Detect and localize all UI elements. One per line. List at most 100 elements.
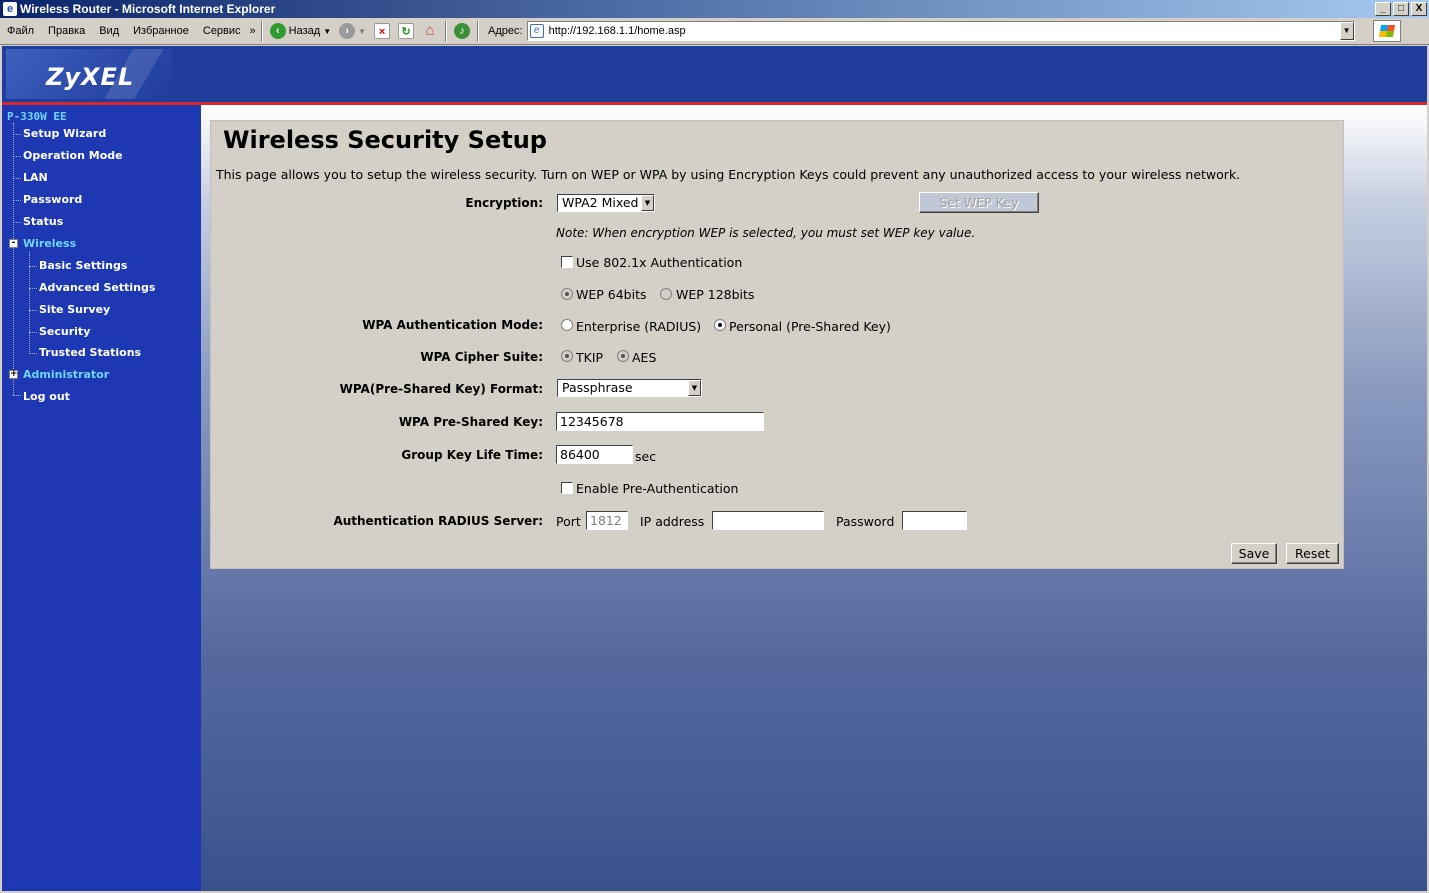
toolbar-separator: [477, 20, 480, 42]
sidebar-item-site-survey[interactable]: Site Survey: [39, 303, 110, 316]
address-bar[interactable]: e http://192.168.1.1/home.asp ▼: [526, 21, 1355, 41]
tree-line: [13, 123, 14, 395]
group-key-label: Group Key Life Time:: [401, 448, 543, 462]
wpa-auth-personal-radio[interactable]: [714, 319, 726, 331]
tree-branch: [13, 134, 21, 135]
tree-branch: [29, 310, 37, 311]
home-icon: ⌂: [425, 22, 435, 39]
sidebar-nav: P-330W EE Setup Wizard Operation Mode LA…: [2, 105, 201, 891]
forward-button[interactable]: › ▼: [335, 20, 370, 43]
psk-input[interactable]: 12345678: [556, 412, 764, 431]
address-dropdown-icon[interactable]: ▼: [1339, 22, 1354, 40]
forward-dropdown-icon[interactable]: ▼: [358, 27, 366, 36]
sidebar-item-basic-settings[interactable]: Basic Settings: [39, 259, 127, 272]
sidebar-item-password[interactable]: Password: [23, 193, 82, 206]
wpa-auth-enterprise-radio[interactable]: [561, 319, 573, 331]
tree-branch: [29, 332, 37, 333]
radius-label: Authentication RADIUS Server:: [333, 514, 543, 528]
use-8021x-checkbox[interactable]: [561, 256, 573, 268]
address-label: Адрес:: [488, 25, 523, 37]
use-8021x-label: Use 802.1x Authentication: [576, 255, 743, 270]
psk-label: WPA Pre-Shared Key:: [398, 415, 543, 429]
radius-ip-label: IP address: [640, 514, 705, 529]
maximize-button[interactable]: □: [1393, 2, 1409, 16]
menu-favorites[interactable]: Избранное: [126, 18, 196, 45]
media-icon: ♪: [454, 23, 471, 39]
menu-edit[interactable]: Правка: [41, 18, 92, 45]
sidebar-item-lan[interactable]: LAN: [23, 171, 48, 184]
back-dropdown-icon[interactable]: ▼: [323, 27, 331, 36]
wpa-auth-personal-label: Personal (Pre-Shared Key): [729, 319, 891, 334]
stop-icon: ×: [374, 23, 391, 39]
wpa-auth-enterprise-label: Enterprise (RADIUS): [576, 319, 702, 334]
sidebar-item-status[interactable]: Status: [23, 215, 63, 228]
wep64-radio[interactable]: [561, 288, 573, 300]
wep64-label: WEP 64bits: [576, 287, 647, 302]
expand-icon[interactable]: +: [9, 370, 18, 379]
toolbar-separator: [260, 20, 263, 42]
tree-branch: [13, 178, 21, 179]
tree-branch: [13, 200, 21, 201]
logo-text: ZyXEL: [46, 63, 135, 91]
psk-format-label: WPA(Pre-Shared Key) Format:: [339, 382, 543, 396]
encryption-label: Encryption:: [465, 196, 543, 210]
wep128-label: WEP 128bits: [676, 287, 755, 302]
cipher-aes-label: AES: [632, 350, 657, 365]
tree-branch: [13, 222, 21, 223]
refresh-icon: ↻: [398, 23, 415, 39]
chevron-down-icon: ▼: [641, 195, 654, 211]
encryption-select[interactable]: WPA2 Mixed ▼: [557, 194, 655, 212]
cipher-tkip-radio[interactable]: [561, 350, 573, 362]
tree-branch: [29, 266, 37, 267]
radius-ip-input[interactable]: [712, 511, 824, 530]
radius-password-input[interactable]: [902, 511, 967, 530]
wpa-auth-mode-label: WPA Authentication Mode:: [362, 318, 543, 332]
menu-tools[interactable]: Сервис: [196, 18, 248, 45]
wep128-radio[interactable]: [660, 288, 672, 300]
home-button[interactable]: ⌂: [418, 20, 442, 43]
sidebar-item-administrator[interactable]: Administrator: [23, 368, 109, 381]
tree-branch: [13, 156, 21, 157]
page-icon: e: [529, 24, 544, 38]
refresh-button[interactable]: ↻: [394, 20, 418, 43]
sidebar-item-setup-wizard[interactable]: Setup Wizard: [23, 127, 106, 140]
save-button[interactable]: Save: [1231, 543, 1277, 564]
radius-port-input[interactable]: 1812: [586, 511, 628, 530]
group-key-input[interactable]: 86400: [556, 445, 633, 464]
menu-view[interactable]: Вид: [92, 18, 126, 45]
toolbar-chevron[interactable]: »: [248, 18, 258, 45]
group-key-unit: sec: [635, 449, 657, 464]
sidebar-item-advanced-settings[interactable]: Advanced Settings: [39, 281, 155, 294]
sidebar-item-operation-mode[interactable]: Operation Mode: [23, 149, 123, 162]
reset-button[interactable]: Reset: [1286, 543, 1339, 564]
menu-file[interactable]: Файл: [0, 18, 41, 45]
stop-button[interactable]: ×: [370, 20, 394, 43]
security-settings-panel: Wireless Security Setup This page allows…: [210, 120, 1344, 569]
pre-auth-checkbox[interactable]: [561, 482, 573, 494]
toolbar-separator: [445, 20, 448, 42]
window-title: Wireless Router - Microsoft Internet Exp…: [20, 2, 276, 16]
collapse-icon[interactable]: -: [9, 239, 18, 248]
set-wep-key-button[interactable]: Set WEP Key: [919, 192, 1039, 213]
forward-icon: ›: [339, 23, 356, 39]
sidebar-root[interactable]: P-330W EE: [7, 110, 67, 123]
sidebar-item-trusted-stations[interactable]: Trusted Stations: [39, 346, 141, 359]
minimize-button[interactable]: _: [1375, 2, 1391, 16]
back-icon: ‹: [269, 23, 286, 39]
back-button[interactable]: ‹ Назад ▼: [266, 20, 335, 43]
tree-branch: [29, 288, 37, 289]
encryption-value: WPA2 Mixed: [562, 195, 639, 210]
ie-app-icon: e: [3, 2, 17, 16]
cipher-aes-radio[interactable]: [617, 350, 629, 362]
page-description: This page allows you to setup the wirele…: [216, 167, 1241, 182]
media-button[interactable]: ♪: [450, 20, 474, 43]
wep-note: Note: When encryption WEP is selected, y…: [556, 226, 976, 240]
close-button[interactable]: X: [1411, 2, 1427, 16]
sidebar-item-wireless[interactable]: Wireless: [23, 237, 76, 250]
wpa-cipher-label: WPA Cipher Suite:: [420, 350, 543, 364]
psk-format-select[interactable]: Passphrase ▼: [557, 379, 702, 397]
chevron-down-icon: ▼: [688, 380, 701, 396]
radius-password-label: Password: [836, 514, 895, 529]
sidebar-item-security[interactable]: Security: [39, 325, 90, 338]
sidebar-item-logout[interactable]: Log out: [23, 390, 70, 403]
